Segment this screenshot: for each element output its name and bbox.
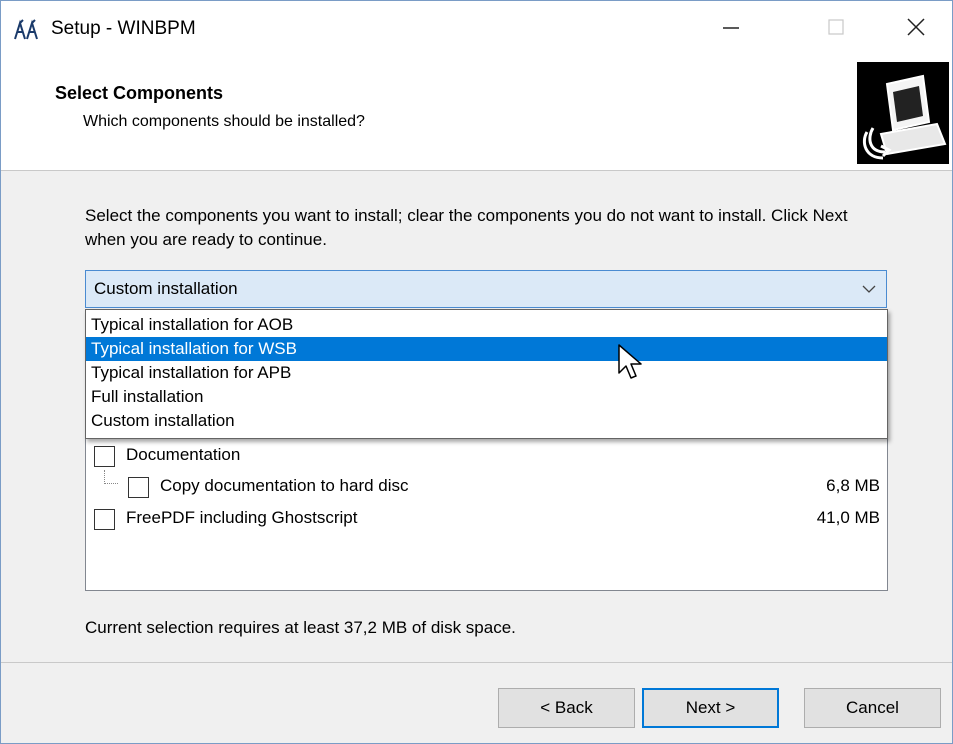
checkbox-documentation[interactable] (94, 446, 115, 467)
list-item[interactable]: Documentation (94, 444, 874, 470)
dropdown-option[interactable]: Typical installation for APB (86, 361, 887, 385)
disk-space-text: Current selection requires at least 37,2… (85, 618, 516, 637)
window-title: Setup - WINBPM (51, 18, 196, 39)
component-label: Documentation (126, 445, 241, 464)
computer-install-icon (857, 62, 949, 164)
instructions-text: Select the components you want to instal… (85, 206, 848, 249)
component-label: Copy documentation to hard disc (160, 476, 409, 495)
chevron-down-icon (862, 285, 876, 293)
close-icon (907, 18, 925, 36)
wizard-header: Select Components Which components shoul… (1, 53, 952, 171)
dropdown-option[interactable]: Custom installation (86, 409, 887, 433)
app-icon (14, 19, 38, 40)
dropdown-option[interactable]: Full installation (86, 385, 887, 409)
maximize-button[interactable] (806, 1, 866, 53)
checkbox-freepdf[interactable] (94, 509, 115, 530)
page-subtitle: Which components should be installed? (83, 113, 365, 130)
install-type-selected: Custom installation (94, 279, 238, 298)
component-size: 41,0 MB (816, 508, 880, 527)
checkbox-copy-documentation[interactable] (128, 477, 149, 498)
install-type-dropdown: Typical installation for AOB Typical ins… (85, 309, 888, 439)
mouse-cursor-icon (618, 344, 642, 379)
list-item[interactable]: FreePDF including Ghostscript 41,0 MB (94, 507, 882, 533)
maximize-icon (828, 19, 844, 35)
cancel-button[interactable]: Cancel (804, 688, 941, 728)
back-button[interactable]: < Back (498, 688, 635, 728)
close-button[interactable] (886, 1, 946, 53)
next-button[interactable]: Next > (642, 688, 779, 728)
install-type-select[interactable]: Custom installation (85, 270, 887, 308)
page-title: Select Components (55, 83, 224, 103)
minimize-icon (723, 27, 739, 29)
component-size: 6,8 MB (826, 476, 880, 495)
component-label: FreePDF including Ghostscript (126, 508, 358, 527)
setup-window: Setup - WINBPM Select Components Which c… (0, 0, 953, 744)
dropdown-option[interactable]: Typical installation for AOB (86, 313, 887, 337)
title-bar[interactable]: Setup - WINBPM (1, 1, 952, 53)
footer-divider (1, 662, 952, 663)
list-item[interactable]: Copy documentation to hard disc 6,8 MB (94, 475, 882, 501)
minimize-button[interactable] (701, 1, 761, 53)
dropdown-option-highlighted[interactable]: Typical installation for WSB (86, 337, 887, 361)
